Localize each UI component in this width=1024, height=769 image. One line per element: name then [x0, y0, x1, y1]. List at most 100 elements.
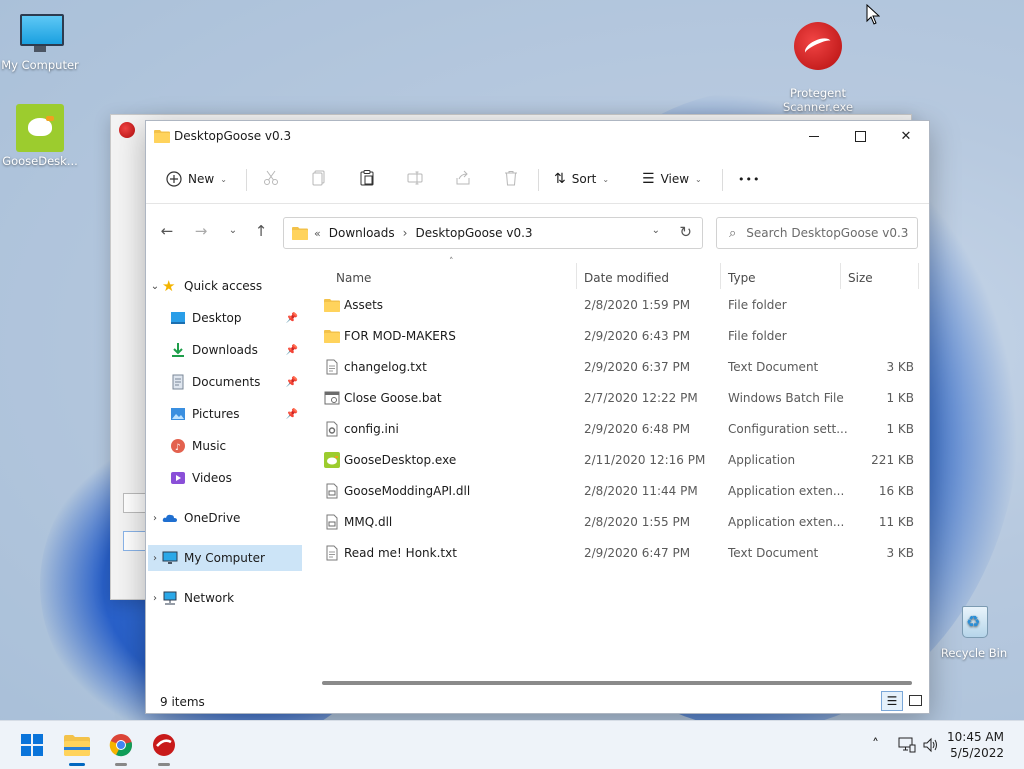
- chevron-right-icon[interactable]: ›: [148, 593, 162, 604]
- taskbar: ˄ 10:45 AM 5/5/2022: [0, 720, 1024, 769]
- sidebar-item-onedrive[interactable]: › OneDrive: [148, 505, 302, 531]
- close-button[interactable]: ✕: [883, 121, 929, 151]
- paste-icon[interactable]: [358, 169, 376, 187]
- column-divider[interactable]: [840, 263, 841, 289]
- details-view-button[interactable]: ☰: [881, 691, 903, 711]
- plus-circle-icon: [166, 171, 182, 187]
- taskbar-protegent[interactable]: [148, 729, 180, 766]
- forward-arrow-icon[interactable]: →: [192, 222, 210, 240]
- title-bar[interactable]: DesktopGoose v0.3 ✕: [146, 121, 929, 151]
- chevron-down-icon: ⌄: [602, 174, 610, 184]
- breadcrumb-overflow[interactable]: «: [314, 227, 321, 240]
- view-button[interactable]: ☰ View ⌄: [642, 165, 702, 193]
- file-date: 2/9/2020 6:47 PM: [584, 546, 691, 560]
- file-size: 3 KB: [886, 546, 914, 560]
- sidebar-item-desktop[interactable]: Desktop 📌: [148, 305, 302, 331]
- column-divider[interactable]: [576, 263, 577, 289]
- sidebar-item-network[interactable]: › Network: [148, 585, 302, 611]
- status-bar: 9 items ☰: [146, 687, 929, 713]
- address-dropdown-icon[interactable]: ⌄: [652, 225, 660, 236]
- network-status-icon[interactable]: [898, 737, 916, 757]
- up-arrow-icon[interactable]: ↑: [252, 222, 270, 240]
- breadcrumb-current[interactable]: DesktopGoose v0.3: [415, 226, 532, 240]
- rename-icon[interactable]: [406, 169, 424, 187]
- volume-icon[interactable]: [922, 737, 940, 757]
- copy-icon[interactable]: [310, 169, 328, 187]
- file-date: 2/7/2020 12:22 PM: [584, 391, 698, 405]
- file-type: Windows Batch File: [728, 391, 844, 405]
- search-box[interactable]: ⌕ Search DesktopGoose v0.3: [716, 217, 918, 249]
- file-row-close-goose[interactable]: Close Goose.bat 2/7/2020 12:22 PM Window…: [314, 383, 920, 413]
- desktop-icon-protegent[interactable]: Protegent Scanner.exe: [778, 8, 858, 128]
- desktop-icon-goosedesktop[interactable]: GooseDesk...: [0, 104, 80, 168]
- sidebar-item-videos[interactable]: Videos: [148, 465, 302, 491]
- sidebar-item-label: Music: [192, 439, 227, 453]
- active-app-indicator: [69, 763, 85, 766]
- videos-icon: [170, 470, 186, 486]
- sidebar-item-music[interactable]: ♪ Music: [148, 433, 302, 459]
- taskbar-file-explorer[interactable]: [61, 729, 93, 766]
- file-size: 16 KB: [878, 484, 914, 498]
- refresh-icon[interactable]: ↻: [679, 223, 692, 241]
- file-date: 2/9/2020 6:37 PM: [584, 360, 691, 374]
- star-icon: ★: [162, 277, 176, 295]
- column-header-name[interactable]: Name: [336, 265, 371, 291]
- desktop-icon-recycle-bin[interactable]: ♻ Recycle Bin: [934, 596, 1014, 660]
- cut-icon[interactable]: [262, 169, 280, 187]
- chevron-down-icon: ⌄: [220, 174, 227, 184]
- large-icons-view-button[interactable]: [905, 691, 925, 709]
- column-header-size[interactable]: Size: [848, 265, 873, 291]
- maximize-button[interactable]: [837, 121, 883, 151]
- sidebar-item-downloads[interactable]: Downloads 📌: [148, 337, 302, 363]
- sidebar-item-my-computer[interactable]: › My Computer: [148, 545, 302, 571]
- column-divider[interactable]: [720, 263, 721, 289]
- sort-ascending-icon: ˄: [449, 257, 454, 267]
- file-row-read-me-honk[interactable]: Read me! Honk.txt 2/9/2020 6:47 PM Text …: [314, 538, 920, 568]
- column-header-date-modified[interactable]: Date modified: [584, 265, 669, 291]
- breadcrumb-downloads[interactable]: Downloads: [329, 226, 395, 240]
- file-date: 2/8/2020 1:55 PM: [584, 515, 691, 529]
- sidebar-item-pictures[interactable]: Pictures 📌: [148, 401, 302, 427]
- sort-button[interactable]: ⇅ Sort ⌄: [554, 165, 609, 193]
- back-arrow-icon[interactable]: ←: [158, 222, 176, 240]
- network-icon: [162, 590, 178, 606]
- sidebar-item-quick-access[interactable]: ⌄ ★ Quick access: [148, 273, 302, 299]
- recent-locations-chevron-icon[interactable]: ⌄: [224, 222, 242, 240]
- pin-icon: 📌: [285, 376, 298, 388]
- more-options-button[interactable]: •••: [738, 165, 760, 193]
- address-bar[interactable]: « Downloads › DesktopGoose v0.3 ⌄ ↻: [283, 217, 703, 249]
- file-row-mmq[interactable]: MMQ.dll 2/8/2020 1:55 PM Application ext…: [314, 507, 920, 537]
- column-divider[interactable]: [918, 263, 919, 289]
- share-icon[interactable]: [454, 169, 472, 187]
- chevron-right-icon[interactable]: ›: [148, 513, 162, 524]
- show-hidden-icons-chevron-icon[interactable]: ˄: [872, 737, 879, 753]
- chevron-down-icon[interactable]: ⌄: [148, 281, 162, 292]
- navigation-bar: ← → ⌄ ↑ « Downloads › DesktopGoose v0.3 …: [146, 207, 929, 255]
- window-title: DesktopGoose v0.3: [174, 129, 292, 143]
- delete-icon[interactable]: [502, 169, 520, 187]
- sidebar-item-documents[interactable]: Documents 📌: [148, 369, 302, 395]
- command-bar: New ⌄ ⇅ Sort ⌄ ☰ View ⌄ •••: [146, 155, 929, 204]
- protegent-icon: [153, 734, 175, 756]
- file-type: Application: [728, 453, 796, 467]
- file-row-assets[interactable]: Assets 2/8/2020 1:59 PM File folder: [314, 290, 920, 320]
- column-header-type[interactable]: Type: [728, 265, 756, 291]
- text-file-icon: [326, 359, 338, 375]
- file-row-goosemoddingapi[interactable]: GooseModdingAPI.dll 2/8/2020 11:44 PM Ap…: [314, 476, 920, 506]
- file-row-goosedesktop-exe[interactable]: GooseDesktop.exe 2/11/2020 12:16 PM Appl…: [314, 445, 920, 475]
- chevron-right-icon[interactable]: ›: [148, 553, 162, 564]
- desktop-icon-my-computer[interactable]: My Computer: [0, 8, 80, 72]
- file-row-config[interactable]: config.ini 2/9/2020 6:48 PM Configuratio…: [314, 414, 920, 444]
- navigation-pane: ⌄ ★ Quick access Desktop 📌 Downloads 📌 D…: [146, 259, 304, 669]
- taskbar-chrome[interactable]: [105, 729, 137, 766]
- file-row-for-mod-makers[interactable]: FOR MOD-MAKERS 2/9/2020 6:43 PM File fol…: [314, 321, 920, 351]
- start-button[interactable]: [16, 729, 48, 761]
- system-clock[interactable]: 10:45 AM 5/5/2022: [947, 729, 1004, 761]
- file-type: Text Document: [728, 360, 819, 374]
- protegent-icon: [794, 22, 842, 70]
- svg-text:♪: ♪: [175, 443, 181, 453]
- file-row-changelog[interactable]: changelog.txt 2/9/2020 6:37 PM Text Docu…: [314, 352, 920, 382]
- horizontal-scrollbar[interactable]: [322, 681, 912, 685]
- new-button[interactable]: New ⌄: [166, 165, 227, 193]
- minimize-button[interactable]: [791, 121, 837, 151]
